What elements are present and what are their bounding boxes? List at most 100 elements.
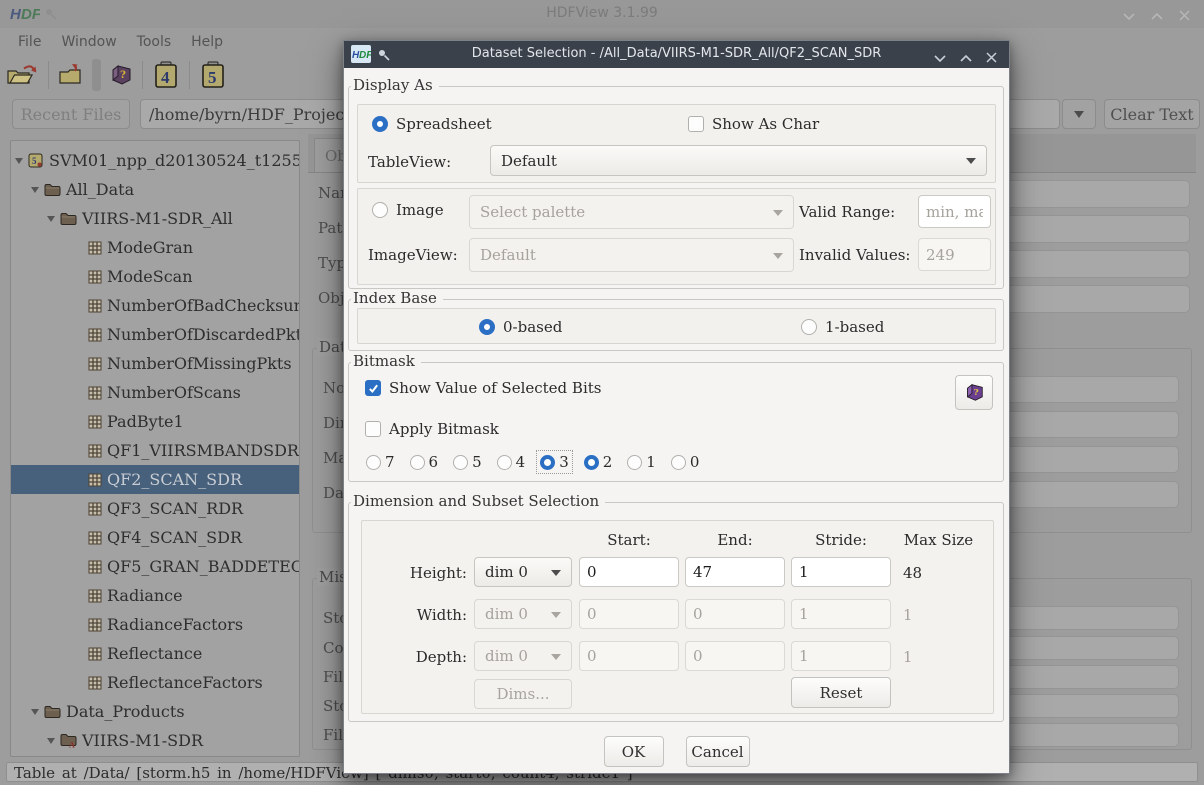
tree-item-reflectancefactors[interactable]: ReflectanceFactors: [11, 668, 299, 697]
depth-start-input[interactable]: [579, 641, 679, 671]
menu-tools[interactable]: Tools: [127, 31, 182, 53]
tree-item-data_products[interactable]: Data_Products: [11, 697, 299, 726]
bit-3-option[interactable]: 3: [536, 450, 573, 474]
tree-item-modescan[interactable]: ModeScan: [11, 262, 299, 291]
tree-item-radiance[interactable]: Radiance: [11, 581, 299, 610]
ok-button[interactable]: OK: [603, 736, 664, 767]
tree-item-numberofbadchecksums[interactable]: NumberOfBadChecksums: [11, 291, 299, 320]
cancel-button[interactable]: Cancel: [685, 736, 750, 767]
tree-item-numberofscans[interactable]: NumberOfScans: [11, 378, 299, 407]
show-as-char-option[interactable]: Show As Char: [688, 115, 819, 133]
bit-3-radio[interactable]: [540, 454, 556, 470]
open-file-icon[interactable]: [0, 58, 44, 92]
depth-end-input[interactable]: [685, 641, 785, 671]
one-based-option[interactable]: 1-based: [801, 318, 884, 336]
valid-range-input[interactable]: [918, 195, 991, 228]
menu-help[interactable]: Help: [181, 31, 233, 53]
stride-column-header: Stride:: [815, 531, 867, 549]
tree-item-qf5_gran_baddetector[interactable]: QF5_GRAN_BADDETECTOR: [11, 552, 299, 581]
width-dim-combo[interactable]: dim 0: [474, 599, 572, 629]
menu-file[interactable]: File: [8, 31, 51, 53]
file-tree: 5 SVM01_npp_d20130524_t1255132_ All_Data VI…: [10, 140, 300, 757]
bit-6-radio[interactable]: [409, 454, 425, 470]
image-option[interactable]: Image: [372, 201, 444, 219]
tree-item-numberofdiscardedpkts[interactable]: NumberOfDiscardedPkts: [11, 320, 299, 349]
bit-1-option[interactable]: 1: [624, 451, 659, 473]
width-end-input[interactable]: [685, 599, 785, 629]
recent-files-button[interactable]: Recent Files: [12, 99, 130, 129]
depth-dim-combo[interactable]: dim 0: [474, 641, 572, 671]
palette-combo[interactable]: Select palette: [469, 195, 794, 229]
zero-based-radio[interactable]: [479, 319, 495, 335]
menu-window[interactable]: Window: [51, 31, 126, 53]
show-as-char-checkbox[interactable]: [688, 116, 704, 132]
tree-item-viirs-m1-sdr_all[interactable]: VIIRS-M1-SDR_All: [11, 204, 299, 233]
bit-5-option[interactable]: 5: [450, 451, 485, 473]
display-as-legend: Display As: [351, 76, 439, 94]
one-based-radio[interactable]: [801, 319, 817, 335]
width-start-input[interactable]: [579, 599, 679, 629]
imageview-combo[interactable]: Default: [469, 238, 794, 272]
dialog-maximize-icon[interactable]: [960, 48, 972, 67]
bit-4-option[interactable]: 4: [494, 451, 529, 473]
tableview-combo[interactable]: Default: [490, 145, 987, 176]
tree-item-viirs-m1-sdr[interactable]: A VIIRS-M1-SDR: [11, 726, 299, 755]
height-stride-input[interactable]: [791, 557, 891, 587]
minimize-icon[interactable]: [1123, 6, 1135, 25]
show-value-checkbox[interactable]: [365, 380, 381, 396]
tree-item-numberofmissingpkts[interactable]: NumberOfMissingPkts: [11, 349, 299, 378]
tree-item-radiancefactors[interactable]: RadianceFactors: [11, 610, 299, 639]
dialog-close-icon[interactable]: [986, 48, 997, 67]
tree-item-qf2_scan_sdr[interactable]: QF2_SCAN_SDR: [11, 465, 299, 494]
expand-caret-icon[interactable]: [47, 738, 55, 748]
bit-5-radio[interactable]: [453, 454, 469, 470]
tree-item-modegran[interactable]: ModeGran: [11, 233, 299, 262]
bit-6-option[interactable]: 6: [407, 451, 442, 473]
height-dim-combo[interactable]: dim 0: [474, 557, 572, 587]
bit-1-radio[interactable]: [627, 454, 643, 470]
help-book-icon[interactable]: ?: [104, 58, 138, 92]
invalid-values-input[interactable]: [918, 238, 991, 271]
zero-based-option[interactable]: 0-based: [479, 318, 562, 336]
depth-stride-input[interactable]: [791, 641, 891, 671]
tree-item-qf4_scan_sdr[interactable]: QF4_SCAN_SDR: [11, 523, 299, 552]
width-stride-input[interactable]: [791, 599, 891, 629]
spreadsheet-option[interactable]: Spreadsheet: [372, 115, 492, 133]
expand-caret-icon[interactable]: [31, 187, 39, 197]
tree-item-clipped[interactable]: [11, 755, 299, 756]
apply-bitmask-option[interactable]: Apply Bitmask: [365, 420, 499, 438]
height-start-input[interactable]: [579, 557, 679, 587]
image-radio[interactable]: [372, 202, 388, 218]
bit-0-radio[interactable]: [670, 454, 686, 470]
hdf5-icon[interactable]: 5: [194, 58, 232, 92]
bitmask-help-button[interactable]: ?: [955, 375, 993, 410]
dialog-minimize-icon[interactable]: [934, 48, 946, 67]
bit-4-radio[interactable]: [496, 454, 512, 470]
apply-bitmask-checkbox[interactable]: [365, 421, 381, 437]
reset-button[interactable]: Reset: [791, 677, 891, 708]
expand-caret-icon[interactable]: [31, 709, 39, 719]
show-value-option[interactable]: Show Value of Selected Bits: [365, 379, 601, 397]
tree-item-qf3_scan_rdr[interactable]: QF3_SCAN_RDR: [11, 494, 299, 523]
hdf4-icon[interactable]: 4: [147, 58, 185, 92]
dims-button[interactable]: Dims...: [474, 679, 572, 709]
close-file-icon[interactable]: [53, 58, 89, 92]
bit-7-option[interactable]: 7: [363, 451, 398, 473]
expand-caret-icon[interactable]: [15, 158, 23, 168]
spreadsheet-radio[interactable]: [372, 116, 388, 132]
close-icon[interactable]: [1179, 6, 1190, 25]
clear-text-button[interactable]: Clear Text: [1104, 99, 1200, 129]
height-end-input[interactable]: [685, 557, 785, 587]
tree-item-padbyte1[interactable]: PadByte1: [11, 407, 299, 436]
tree-item-all_data[interactable]: All_Data: [11, 175, 299, 204]
bit-7-radio[interactable]: [366, 454, 381, 470]
path-dropdown-button[interactable]: [1062, 99, 1096, 129]
bit-2-radio[interactable]: [583, 454, 599, 470]
tree-item-reflectance[interactable]: Reflectance: [11, 639, 299, 668]
expand-caret-icon[interactable]: [47, 216, 55, 226]
tree-item-qf1_viirsmbandsdr[interactable]: QF1_VIIRSMBANDSDR: [11, 436, 299, 465]
bit-0-option[interactable]: 0: [668, 451, 703, 473]
bit-2-option[interactable]: 2: [581, 451, 616, 473]
tree-item-svm01_npp_d20130524_t1255132_[interactable]: 5 SVM01_npp_d20130524_t1255132_: [11, 146, 299, 175]
maximize-icon[interactable]: [1151, 6, 1163, 25]
